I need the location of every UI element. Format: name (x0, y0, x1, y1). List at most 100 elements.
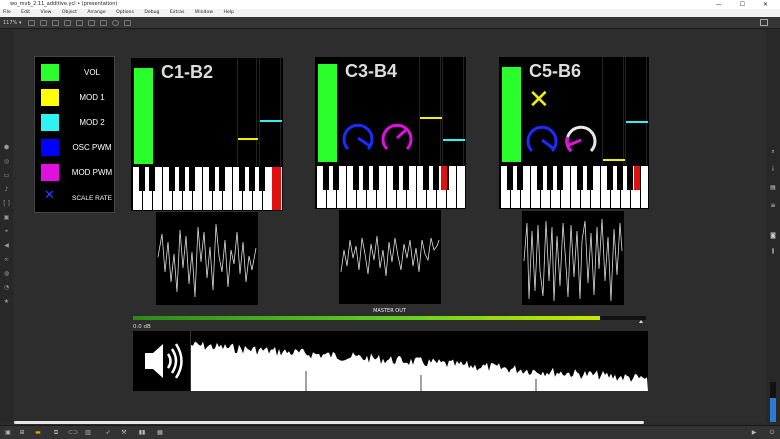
arrow-icon[interactable]: ➶ (104, 430, 112, 436)
mod2-slider[interactable] (442, 57, 465, 165)
presentation-icon[interactable] (40, 20, 47, 26)
inspector-icon[interactable]: ▤ (769, 184, 777, 192)
globe-icon[interactable]: ◍ (3, 270, 10, 277)
waveform-display (191, 341, 648, 391)
menu-extras[interactable]: Extras (170, 10, 185, 15)
legend-row-mod-pwm: MOD PWM (41, 162, 116, 182)
new-object-icon[interactable] (52, 20, 59, 26)
search-icon[interactable]: ⌕ (769, 148, 777, 156)
star-icon[interactable]: ★ (3, 298, 10, 305)
x-mark-icon[interactable]: ✕ (528, 87, 550, 113)
level-readout: 0.0 dB (133, 324, 151, 330)
synth-title: C1-B2 (161, 62, 214, 82)
legend-label: MOD PWM (71, 168, 113, 177)
horizontal-scrollbar[interactable] (14, 421, 644, 424)
menu-help[interactable]: Help (224, 10, 234, 15)
window-controls[interactable]: — ☐ ✕ (716, 0, 776, 9)
keyboard-keys[interactable] (131, 166, 283, 211)
x-mark-icon: ✕ (44, 188, 55, 203)
image-icon[interactable]: ▣ (3, 214, 10, 221)
speaker-toggle[interactable] (133, 331, 191, 391)
osc-pwm-dial[interactable] (341, 121, 375, 155)
synth-title: C5-B6 (529, 61, 582, 81)
info-icon[interactable]: i (769, 166, 777, 174)
menu-file[interactable]: File (3, 10, 11, 15)
keyboard-keys[interactable] (315, 165, 466, 209)
layout-icon[interactable] (124, 20, 131, 26)
sidebar-toggle-icon[interactable] (760, 19, 768, 26)
grid-icon[interactable] (88, 20, 95, 26)
menu-edit[interactable]: Edit (21, 10, 30, 15)
blocks-icon[interactable]: ▥ (84, 430, 92, 436)
mod-pwm-dial[interactable] (380, 121, 414, 155)
pin-icon[interactable]: ⌖ (3, 228, 10, 235)
menu-window[interactable]: Window (195, 10, 213, 15)
menu-options[interactable]: Options (116, 10, 134, 15)
mixer-icon[interactable]: ⫼ (769, 248, 777, 256)
clip-icon[interactable]: ▭ (3, 172, 10, 179)
legend-swatch (41, 114, 59, 131)
legend-row-mod2: MOD 2 (41, 112, 116, 132)
code-icon[interactable]: [ ] (3, 200, 10, 207)
dial-icon[interactable]: ◔ (3, 284, 10, 291)
keyboard-keys[interactable] (499, 165, 649, 209)
menu-arrange[interactable]: Arrange (87, 10, 105, 15)
vol-slider[interactable] (502, 67, 521, 162)
app-window: wo_mvb_2.11_additive.ycl • (presentation… (0, 0, 780, 439)
comment-icon[interactable]: ▬ (34, 430, 42, 436)
mod1-handle[interactable] (603, 159, 625, 161)
mod1-handle[interactable] (238, 138, 258, 140)
menu-object[interactable]: Object (62, 10, 77, 15)
keyboard-1[interactable] (131, 166, 283, 211)
legend-row-vol: VOL (41, 62, 116, 82)
grid-icon[interactable]: ⊞ (18, 430, 26, 436)
menu-view[interactable]: View (41, 10, 52, 15)
meter-track (133, 316, 646, 323)
add-icon[interactable] (112, 20, 119, 26)
mod1-slider[interactable] (602, 57, 625, 165)
mod1-slider[interactable] (419, 57, 442, 165)
cube-icon[interactable]: ⬢ (3, 144, 10, 151)
play-icon[interactable]: ▶ (750, 430, 758, 436)
meter-fill (133, 316, 600, 320)
link-icon[interactable]: ⊂⊃ (68, 430, 78, 436)
wrench-icon[interactable]: ⚒ (120, 430, 128, 436)
grid-icon[interactable] (76, 20, 83, 26)
table-icon[interactable]: ▦ (156, 430, 164, 436)
lock-icon[interactable]: ▣ (4, 430, 12, 436)
mod2-handle[interactable] (260, 120, 282, 122)
zoom-select[interactable]: 117% ▾ (3, 17, 21, 29)
music-note-icon[interactable]: ♪ (3, 186, 10, 193)
mod2-slider[interactable] (259, 58, 282, 166)
legend-label: MOD 2 (79, 118, 105, 127)
vol-slider[interactable] (134, 68, 153, 164)
link-icon[interactable]: ∞ (3, 256, 10, 263)
comment-icon[interactable] (64, 20, 71, 26)
osc-pwm-dial[interactable] (525, 123, 559, 157)
speaker-icon[interactable] (133, 331, 191, 391)
keyboard-3[interactable] (499, 165, 649, 209)
legend-row-mod1: MOD 1 (41, 87, 116, 107)
legend-row-scale-rate: ✕ SCALE RATE (41, 187, 116, 207)
lock-icon[interactable] (28, 20, 35, 26)
list-icon[interactable]: ≡ (769, 202, 777, 210)
menu-debug[interactable]: Debug (144, 10, 159, 15)
windows-icon[interactable]: ⧉ (52, 430, 60, 436)
mod2-slider[interactable] (625, 57, 648, 165)
mod1-slider[interactable] (237, 58, 258, 166)
mod-pwm-dial[interactable] (564, 123, 598, 157)
mod2-handle[interactable] (626, 121, 648, 123)
piano-icon[interactable]: ▮▮ (138, 430, 146, 436)
target-icon[interactable]: ◎ (3, 158, 10, 165)
power-icon[interactable]: ⏻ (768, 430, 776, 436)
camera-icon[interactable]: ◙ (769, 232, 777, 240)
keyboard-2[interactable] (315, 165, 466, 209)
mod2-handle[interactable] (443, 139, 465, 141)
speaker-icon[interactable]: ◀ (3, 242, 10, 249)
oscilloscope-3 (522, 211, 624, 305)
gain-handle-icon[interactable] (639, 320, 643, 323)
vol-slider[interactable] (318, 64, 337, 162)
clock-icon[interactable] (100, 20, 107, 26)
legend-swatch (41, 139, 59, 156)
mod1-handle[interactable] (420, 117, 442, 119)
